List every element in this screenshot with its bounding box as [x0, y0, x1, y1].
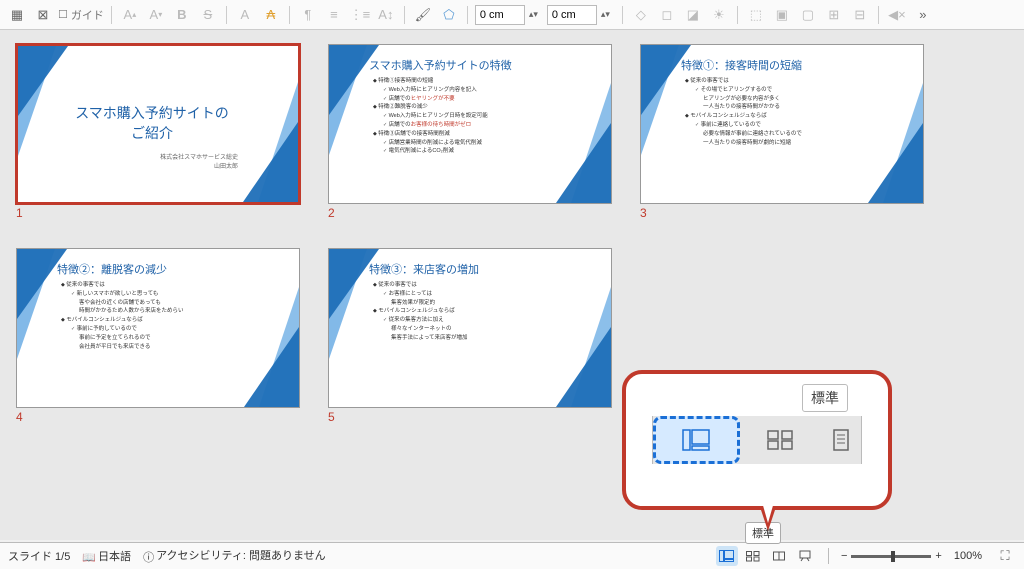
- slide-subtitle-text: 株式会社スマホサービス総史 山田太郎: [66, 152, 238, 170]
- list-icon[interactable]: ⋮≡: [349, 4, 371, 26]
- guide-label: ガイド: [71, 7, 104, 23]
- font-color-icon[interactable]: A: [234, 4, 256, 26]
- slide-body-text: 特徴①接客時間の短縮Web入力時にヒアリング内容を記入店舗でのヒヤリングが不要特…: [373, 77, 561, 156]
- slide-number: 4: [16, 410, 304, 424]
- line-spacing-icon[interactable]: A↕: [375, 4, 397, 26]
- width-input[interactable]: [475, 5, 525, 25]
- slide-preview[interactable]: スマホ購入予約サイトの ご紹介株式会社スマホサービス総史 山田太郎: [16, 44, 300, 204]
- align-icon[interactable]: ≡: [323, 4, 345, 26]
- bring-front-icon[interactable]: ▣: [771, 4, 793, 26]
- close-view-icon[interactable]: ⊠: [32, 4, 54, 26]
- slide-number: 5: [328, 410, 616, 424]
- bucket-icon[interactable]: ◇: [630, 4, 652, 26]
- slide-title-text: 特徴①：接客時間の短縮: [681, 57, 802, 73]
- guide-toggle[interactable]: ☐ガイド: [58, 7, 104, 23]
- send-back-icon[interactable]: ▢: [797, 4, 819, 26]
- slide-thumbnail-5[interactable]: 特徴③：来店客の増加従来の事客ではお客様にとっては集客効果が限定的モバイルコンシ…: [328, 248, 616, 424]
- group-icon[interactable]: ⊞: [823, 4, 845, 26]
- zoom-slider[interactable]: − +: [841, 550, 942, 562]
- slide-preview[interactable]: 特徴②：離脱客の減少従来の事客では新しいスマホが欲しいと思っても客や会社の近くの…: [16, 248, 300, 408]
- slide-counter: スライド 1/5: [8, 548, 70, 564]
- highlight-icon[interactable]: ₳: [260, 4, 282, 26]
- slide-thumbnail-2[interactable]: スマホ購入予約サイトの特徴特徴①接客時間の短縮Web入力時にヒアリング内容を記入…: [328, 44, 616, 220]
- arrange-icon[interactable]: ⬚: [745, 4, 767, 26]
- slide-title-text: スマホ購入予約サイトの特徴: [369, 57, 512, 73]
- media-icon[interactable]: ◀×: [886, 4, 908, 26]
- fit-to-window-icon[interactable]: ⛶: [994, 545, 1016, 567]
- slide-title-text: 特徴③：来店客の増加: [369, 261, 479, 277]
- slide-body-text: 従来の事客ではその場でヒアリングするのでヒアリングが必要な内容が多く一人当たりの…: [685, 77, 873, 147]
- callout-tooltip-label: 標準: [802, 384, 848, 412]
- callout-normal-view-icon[interactable]: [653, 416, 740, 464]
- width-spinner[interactable]: ▴▾: [529, 9, 543, 20]
- height-input[interactable]: [547, 5, 597, 25]
- paragraph-icon[interactable]: ¶: [297, 4, 319, 26]
- reading-view-button[interactable]: [768, 546, 790, 566]
- height-spinner[interactable]: ▴▾: [601, 9, 615, 20]
- slide-preview[interactable]: スマホ購入予約サイトの特徴特徴①接客時間の短縮Web入力時にヒアリング内容を記入…: [328, 44, 612, 204]
- shadow-icon[interactable]: ◪: [682, 4, 704, 26]
- slide-thumbnail-1[interactable]: スマホ購入予約サイトの ご紹介株式会社スマホサービス総史 山田太郎 1: [16, 44, 304, 220]
- paint-icon[interactable]: 🖌: [412, 4, 434, 26]
- normal-view-button[interactable]: [716, 546, 738, 566]
- language-indicator[interactable]: 📖日本語: [82, 548, 131, 564]
- slide-body-text: 従来の事客ではお客様にとっては集客効果が限定的モバイルコンシェルジュならば従来の…: [373, 281, 561, 343]
- zoom-out-icon[interactable]: −: [841, 550, 847, 562]
- slide-number: 3: [640, 206, 928, 220]
- zoom-value[interactable]: 100%: [954, 550, 982, 562]
- callout-tail-inner: [760, 495, 776, 523]
- grid-icon[interactable]: ▦: [6, 4, 28, 26]
- shape-style-icon[interactable]: ⬠: [438, 4, 460, 26]
- more-icon[interactable]: »: [912, 4, 934, 26]
- slide-thumbnail-4[interactable]: 特徴②：離脱客の減少従来の事客では新しいスマホが欲しいと思っても客や会社の近くの…: [16, 248, 304, 424]
- font-increase-icon[interactable]: A▴: [119, 4, 141, 26]
- slide-thumbnail-3[interactable]: 特徴①：接客時間の短縮従来の事客ではその場でヒアリングするのでヒアリングが必要な…: [640, 44, 928, 220]
- slide-body-text: 従来の事客では新しいスマホが欲しいと思っても客や会社の近くの店舗であっても時間が…: [61, 281, 249, 351]
- slideshow-button[interactable]: [794, 546, 816, 566]
- slide-preview[interactable]: 特徴①：接客時間の短縮従来の事客ではその場でヒアリングするのでヒアリングが必要な…: [640, 44, 924, 204]
- view-buttons: [716, 546, 816, 566]
- callout-view-strip: [652, 416, 862, 464]
- zoom-track[interactable]: [851, 555, 931, 558]
- status-bar: スライド 1/5 📖日本語 ⓘアクセシビリティ: 問題ありません 標準 − + …: [0, 542, 1024, 569]
- bold-icon[interactable]: B: [171, 4, 193, 26]
- zoom-in-icon[interactable]: +: [935, 550, 941, 562]
- strike-icon[interactable]: S: [197, 4, 219, 26]
- accessibility-status[interactable]: ⓘアクセシビリティ: 問題ありません: [143, 547, 326, 564]
- border-icon[interactable]: ◻: [656, 4, 678, 26]
- slide-number: 1: [16, 206, 304, 220]
- slide-title-text: 特徴②：離脱客の減少: [57, 261, 167, 277]
- slide-number: 2: [328, 206, 616, 220]
- slide-title-text: スマホ購入予約サイトの ご紹介: [66, 104, 238, 143]
- slide-preview[interactable]: 特徴③：来店客の増加従来の事客ではお客様にとっては集客効果が限定的モバイルコンシ…: [328, 248, 612, 408]
- effects-icon[interactable]: ☀: [708, 4, 730, 26]
- formatting-toolbar: ▦ ⊠ ☐ガイド A▴ A▾ B S A ₳ ¶ ≡ ⋮≡ A↕ 🖌 ⬠ ▴▾ …: [0, 0, 1024, 30]
- view-tooltip-callout: 標準: [622, 370, 892, 510]
- callout-sorter-view-icon[interactable]: [740, 416, 821, 464]
- sorter-view-button[interactable]: [742, 546, 764, 566]
- callout-notes-view-icon[interactable]: [821, 416, 861, 464]
- font-decrease-icon[interactable]: A▾: [145, 4, 167, 26]
- ungroup-icon[interactable]: ⊟: [849, 4, 871, 26]
